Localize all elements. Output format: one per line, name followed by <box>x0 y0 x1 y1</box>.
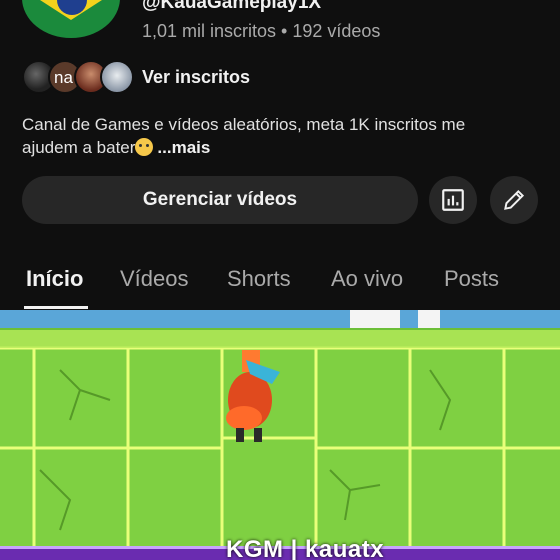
channel-tabs: Início Vídeos Shorts Ao vivo Posts <box>0 254 560 310</box>
description-text: Canal de Games e vídeos aleatórios, meta… <box>22 115 466 157</box>
channel-description[interactable]: Canal de Games e vídeos aleatórios, meta… <box>22 113 522 159</box>
active-tab-indicator <box>24 306 88 309</box>
subscriber-avatar-text: na <box>54 68 73 87</box>
channel-header: @KauaGameplay1X 1,01 mil inscritos • 192… <box>0 0 560 50</box>
game-scene-image <box>0 310 560 560</box>
tab-ao-vivo[interactable]: Ao vivo <box>331 266 403 292</box>
edit-channel-button[interactable] <box>490 176 538 224</box>
tab-inicio[interactable]: Início <box>26 266 83 292</box>
flushed-face-emoji-icon <box>135 138 154 156</box>
tab-shorts[interactable]: Shorts <box>227 266 291 292</box>
view-subscribers-link[interactable]: Ver inscritos <box>142 67 250 88</box>
tab-posts[interactable]: Posts <box>444 266 499 292</box>
channel-avatar[interactable] <box>22 0 120 38</box>
tab-videos[interactable]: Vídeos <box>120 266 189 292</box>
analytics-icon <box>442 189 464 211</box>
video-watermark: KGM | kauatx <box>226 536 385 560</box>
manage-videos-button[interactable]: Gerenciar vídeos <box>22 176 418 224</box>
channel-handle: @KauaGameplay1X <box>142 0 322 13</box>
subscribers-row[interactable]: na Ver inscritos <box>22 58 542 96</box>
subscriber-avatar <box>100 60 134 94</box>
featured-video-thumbnail[interactable]: KGM | kauatx <box>0 310 560 560</box>
analytics-button[interactable] <box>429 176 477 224</box>
more-link[interactable]: ...mais <box>157 138 210 157</box>
channel-stats: 1,01 mil inscritos • 192 vídeos <box>142 21 381 41</box>
pencil-icon <box>504 189 525 210</box>
